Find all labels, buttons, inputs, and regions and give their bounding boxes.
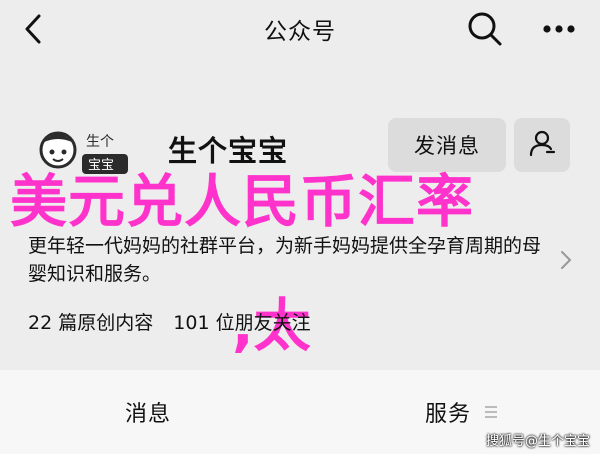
page-title: 公众号 (264, 19, 336, 45)
watermark: 搜狐号@生个宝宝 (485, 434, 590, 449)
search-icon[interactable] (466, 10, 504, 48)
user-profile-button[interactable] (514, 118, 570, 172)
chevron-right-icon[interactable] (556, 248, 576, 272)
send-message-button[interactable]: 发消息 (388, 118, 506, 172)
overlay-headline: 美元兑人民币汇率 (10, 169, 474, 235)
more-icon[interactable] (540, 12, 578, 46)
followers-count: 101 位朋友关注 (173, 312, 311, 334)
profile-card: 生个 宝宝 生个宝宝 发消息 美元兑人民币汇率 更年轻一代妈妈的社群平台，为新手… (0, 58, 600, 370)
account-description[interactable]: 更年轻一代妈妈的社群平台，为新手妈妈提供全孕育周期的母婴知识和服务。 (28, 232, 548, 288)
tab-messages[interactable]: 消息 (88, 396, 208, 428)
menu-icon (484, 404, 498, 418)
navbar: 公众号 (0, 0, 600, 58)
account-stats: 22 篇原创内容 101 位朋友关注 (28, 308, 325, 335)
avatar-text-top: 生个 (86, 133, 114, 149)
account-name: 生个宝宝 (168, 134, 289, 168)
original-articles-count: 22 篇原创内容 (28, 312, 154, 334)
user-icon (527, 128, 557, 162)
